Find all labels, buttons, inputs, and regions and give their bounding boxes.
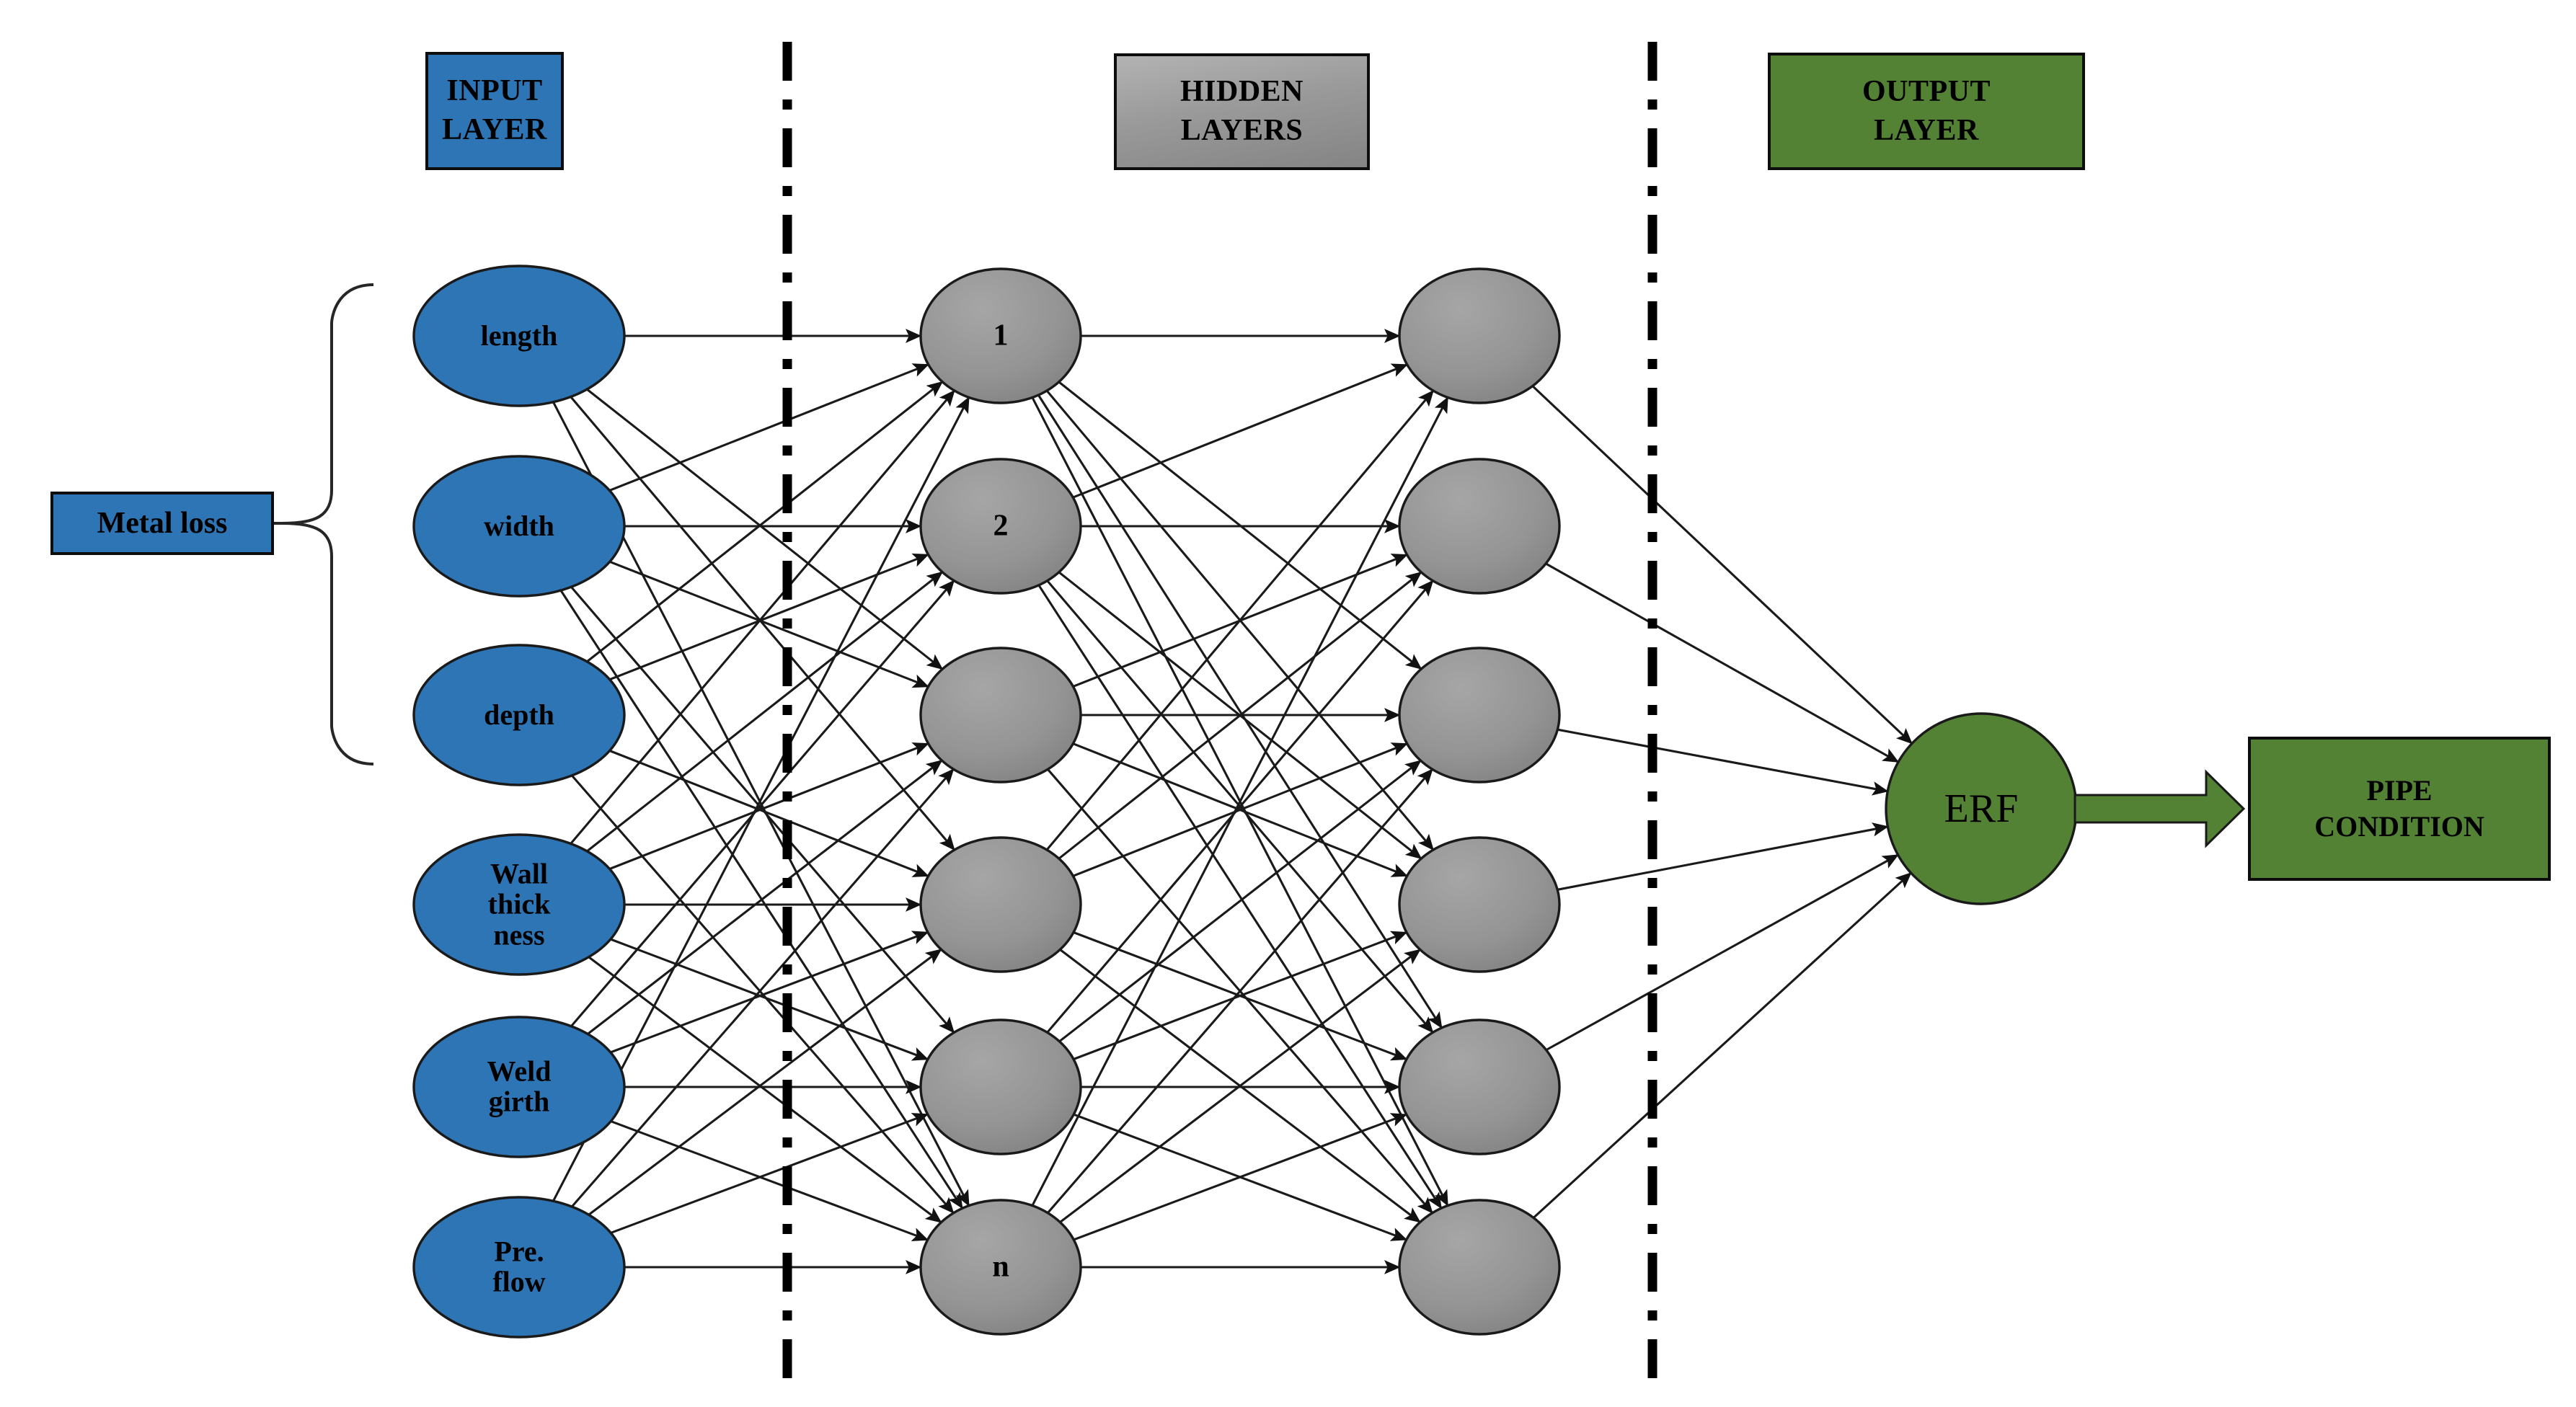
input-layer-header-line2: LAYER [442, 113, 547, 146]
node-depth [412, 644, 626, 786]
connection-edge [1037, 584, 1443, 1210]
input-layer-header: INPUT LAYER [425, 52, 564, 170]
pipe-condition-line2: CONDITION [2314, 810, 2484, 843]
connection-edge [608, 363, 929, 492]
connection-edge [570, 580, 955, 1027]
node-length [412, 265, 626, 407]
connection-edge [1557, 822, 1889, 891]
diagram-canvas: INPUT LAYER HIDDEN LAYERS OUTPUT LAYER M… [0, 0, 2576, 1407]
connection-edge [1532, 871, 1912, 1219]
hidden2-node-3 [1398, 647, 1561, 784]
connection-edge [609, 750, 929, 877]
hidden1-node-n [919, 1199, 1082, 1336]
hidden2-node-6 [1398, 1199, 1561, 1336]
hidden-layers-header-line2: LAYERS [1180, 114, 1304, 147]
hidden-layers-header-line1: HIDDEN [1179, 75, 1304, 109]
node-pre-flow [412, 1196, 626, 1339]
hidden2-node-2 [1398, 458, 1561, 595]
node-weld-girth [412, 1016, 626, 1158]
output-layer-header: OUTPUT LAYER [1768, 53, 2085, 170]
output-layer-header-line2: LAYER [1874, 113, 1979, 147]
node-erf [1885, 712, 2078, 905]
output-layer-header-line1: OUTPUT [1862, 74, 1991, 108]
result-arrow [2073, 769, 2246, 848]
connection-edge [609, 742, 929, 870]
connection-edge [1531, 385, 1913, 745]
metal-loss-brace-path [282, 283, 374, 765]
erf-to-pipe-condition-arrow [2073, 769, 2246, 848]
connection-edge [570, 389, 955, 845]
hidden1-node-5 [919, 1018, 1082, 1155]
connection-edge [610, 1120, 929, 1241]
hidden-layers-header: HIDDEN LAYERS [1114, 53, 1370, 170]
network-graph [274, 42, 2246, 1391]
connection-edge [610, 1113, 929, 1234]
hidden2-node-5 [1398, 1018, 1561, 1155]
pipe-condition-line1: PIPE [2366, 774, 2433, 807]
node-wall-thickness [412, 833, 626, 976]
hidden1-node-1 [919, 267, 1082, 404]
connection-edge [1545, 853, 1899, 1052]
metal-loss-brace [274, 283, 374, 765]
hidden1-node-4 [919, 836, 1082, 973]
hidden2-node-1 [1398, 267, 1561, 404]
connection-edge [1545, 562, 1900, 763]
metal-loss-label-text: Metal loss [97, 507, 228, 540]
connection-edge [570, 396, 955, 851]
connection-edge [1557, 728, 1889, 796]
node-width [412, 455, 626, 598]
metal-loss-label-box: Metal loss [50, 492, 274, 555]
hidden1-node-2 [919, 458, 1082, 595]
connection-edges [552, 329, 1913, 1274]
connection-edge [1037, 394, 1443, 1029]
hidden2-node-4 [1398, 836, 1561, 973]
pipe-condition-box: PIPE CONDITION [2248, 737, 2551, 881]
input-layer-header-line1: INPUT [446, 74, 543, 108]
hidden1-node-3 [919, 647, 1082, 784]
connection-edge [609, 553, 929, 681]
connection-edge [1072, 363, 1408, 499]
